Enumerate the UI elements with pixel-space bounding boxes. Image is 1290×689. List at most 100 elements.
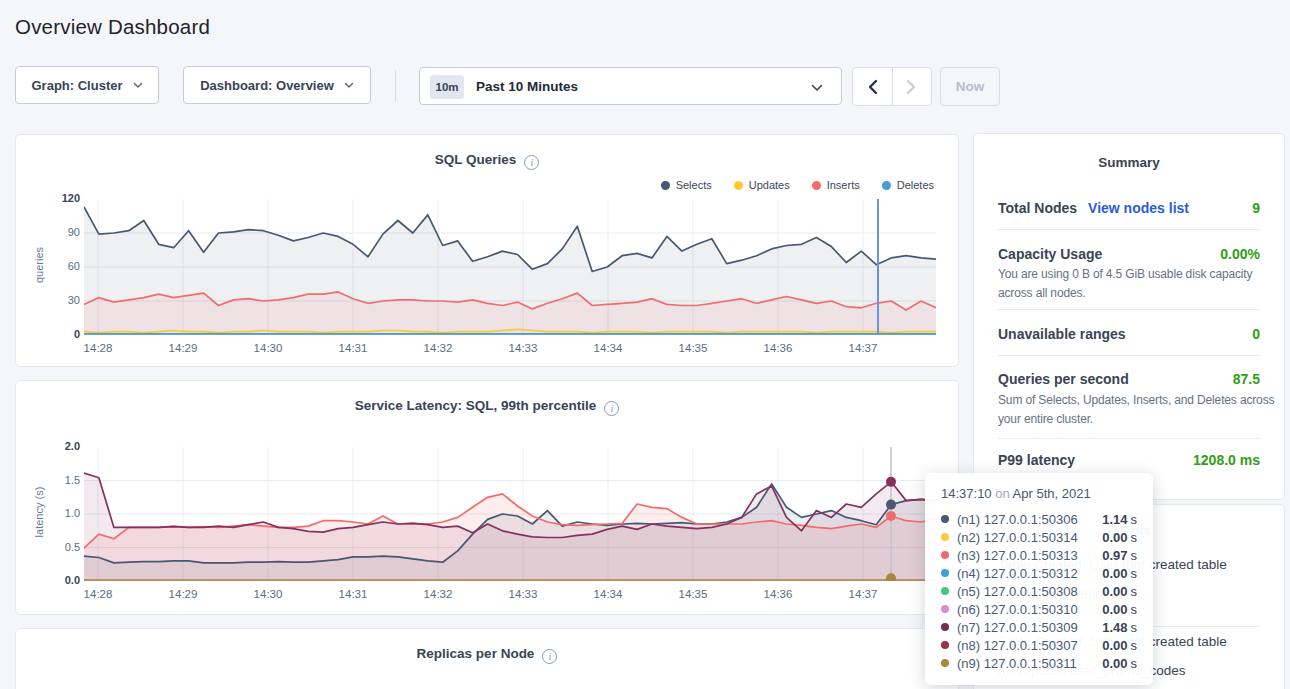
view-nodes-list-link[interactable]: View nodes list xyxy=(1088,200,1189,216)
summary-value: 0.00% xyxy=(1220,246,1260,262)
tooltip-value: 0.00 xyxy=(1102,530,1127,545)
tooltip-unit: s xyxy=(1131,584,1138,599)
summary-panel: Summary Total Nodes View nodes list 9 Ca… xyxy=(973,133,1285,500)
node-color-dot xyxy=(941,659,949,667)
x-tick-label: 14:30 xyxy=(238,588,298,600)
node-color-dot xyxy=(941,641,949,649)
y-tick-label: 1.0 xyxy=(22,507,80,519)
legend-label: Inserts xyxy=(827,179,860,191)
tooltip-row: (n4) 127.0.0.1:503120.00s xyxy=(941,564,1137,582)
summary-title: Summary xyxy=(974,155,1284,170)
legend-dot xyxy=(882,181,891,190)
tooltip-timestamp: 14:37:10 on Apr 5th, 2021 xyxy=(941,486,1137,501)
summary-value: 1208.0 ms xyxy=(1193,452,1260,468)
legend-dot xyxy=(812,181,821,190)
legend-item-selects[interactable]: Selects xyxy=(661,179,712,191)
time-range-picker[interactable]: 10m Past 10 Minutes xyxy=(419,67,842,105)
y-axis-label: queries xyxy=(33,205,45,325)
chevron-right-icon xyxy=(906,79,917,95)
tooltip-row: (n7) 127.0.0.1:50309 1.48 s xyxy=(941,618,1137,636)
toolbar-divider xyxy=(395,70,396,101)
chart-title: Replicas per Nodei xyxy=(16,646,958,664)
chevron-down-icon xyxy=(133,82,143,89)
now-button[interactable]: Now xyxy=(940,67,1000,106)
tooltip-unit: s xyxy=(1131,620,1138,635)
tooltip-unit: s xyxy=(1131,602,1138,617)
summary-description: You are using 0 B of 4.5 GiB usable disk… xyxy=(998,265,1276,302)
tooltip-node-label: (n6) 127.0.0.1:50310 xyxy=(957,602,1078,617)
tooltip-value: 0.00 xyxy=(1102,638,1127,653)
info-icon[interactable]: i xyxy=(524,155,539,170)
tooltip-unit: s xyxy=(1131,656,1138,671)
summary-value: 0 xyxy=(1252,326,1260,342)
x-tick-label: 14:33 xyxy=(493,588,553,600)
summary-label: P99 latency xyxy=(998,452,1075,468)
summary-value: 87.5 xyxy=(1233,371,1260,387)
tooltip-unit: s xyxy=(1131,512,1138,527)
chevron-left-icon xyxy=(867,79,878,95)
chart-plot-area[interactable] xyxy=(84,199,936,335)
summary-label: Queries per second xyxy=(998,371,1129,387)
graph-dropdown[interactable]: Graph: Cluster xyxy=(15,66,159,104)
chevron-down-icon xyxy=(811,84,823,92)
node-color-dot xyxy=(941,587,949,595)
summary-row-p99: P99 latency 1208.0 ms xyxy=(998,452,1260,468)
tooltip-node-label: (n7) 127.0.0.1:50309 xyxy=(957,620,1078,635)
legend-label: Deletes xyxy=(897,179,934,191)
summary-description: Sum of Selects, Updates, Inserts, and De… xyxy=(998,391,1276,428)
tooltip-row: (n1) 127.0.0.1:503061.14s xyxy=(941,510,1137,528)
y-tick-label: 30 xyxy=(22,294,80,306)
summary-row-qps: Queries per second 87.5 xyxy=(998,371,1260,387)
dashboard-dropdown-label: Dashboard: Overview xyxy=(200,78,334,93)
x-tick-label: 14:33 xyxy=(493,342,553,354)
x-tick-label: 14:32 xyxy=(408,342,468,354)
info-icon[interactable]: i xyxy=(542,649,557,664)
tooltip-node-label: (n5) 127.0.0.1:50308 xyxy=(957,584,1078,599)
x-tick-label: 14:31 xyxy=(323,588,383,600)
x-tick-label: 14:34 xyxy=(578,342,638,354)
summary-label: Capacity Usage xyxy=(998,246,1102,262)
tooltip-unit: s xyxy=(1131,548,1138,563)
legend-item-deletes[interactable]: Deletes xyxy=(882,179,934,191)
x-tick-label: 14:31 xyxy=(323,342,383,354)
overview-dashboard-page: { "page": {"title": "Overview Dashboard"… xyxy=(0,0,1290,689)
time-range-label: Past 10 Minutes xyxy=(476,79,578,94)
chart-plot-area[interactable] xyxy=(84,447,936,581)
x-tick-label: 14:28 xyxy=(68,588,128,600)
tooltip-value: 1.48 xyxy=(1102,620,1127,635)
y-tick-label: 60 xyxy=(22,260,80,272)
tooltip-row: (n3) 127.0.0.1:503130.97s xyxy=(941,546,1137,564)
summary-row-capacity: Capacity Usage 0.00% xyxy=(998,246,1260,262)
tooltip-value: 1.14 xyxy=(1102,512,1127,527)
node-color-dot xyxy=(941,551,949,559)
node-color-dot xyxy=(941,605,949,613)
node-color-dot xyxy=(941,623,949,631)
tooltip-unit: s xyxy=(1131,638,1138,653)
y-tick-label: 0.5 xyxy=(22,541,80,553)
chevron-down-icon xyxy=(344,82,354,89)
summary-value: 9 xyxy=(1252,200,1260,216)
node-color-dot xyxy=(941,533,949,541)
x-tick-label: 14:29 xyxy=(153,342,213,354)
legend-item-updates[interactable]: Updates xyxy=(734,179,790,191)
dashboard-dropdown[interactable]: Dashboard: Overview xyxy=(183,66,371,104)
chart-legend: Selects Updates Inserts Deletes xyxy=(661,179,934,191)
crosshair-dot xyxy=(886,477,896,487)
x-tick-label: 14:30 xyxy=(238,342,298,354)
tooltip-row: (n8) 127.0.0.1:503070.00s xyxy=(941,636,1137,654)
tooltip-unit: s xyxy=(1131,530,1138,545)
time-forward-button[interactable] xyxy=(892,68,932,105)
replicas-per-node-panel: Replicas per Nodei xyxy=(15,628,959,689)
legend-label: Updates xyxy=(749,179,790,191)
tooltip-node-label: (n9) 127.0.0.1:50311 xyxy=(957,656,1077,671)
legend-item-inserts[interactable]: Inserts xyxy=(812,179,860,191)
sql-queries-panel: SQL Queriesi SelectsUpdatesInsertsDelete… xyxy=(15,134,959,367)
y-tick-label: 90 xyxy=(22,226,80,238)
y-axis-label: latency (s) xyxy=(33,452,45,572)
info-icon[interactable]: i xyxy=(604,401,619,416)
time-back-button[interactable] xyxy=(853,68,892,105)
tooltip-value: 0.97 xyxy=(1102,548,1127,563)
tooltip-value: 0.00 xyxy=(1102,566,1127,581)
tooltip-value: 0.00 xyxy=(1102,656,1127,671)
y-tick-label: 1.5 xyxy=(22,474,80,486)
